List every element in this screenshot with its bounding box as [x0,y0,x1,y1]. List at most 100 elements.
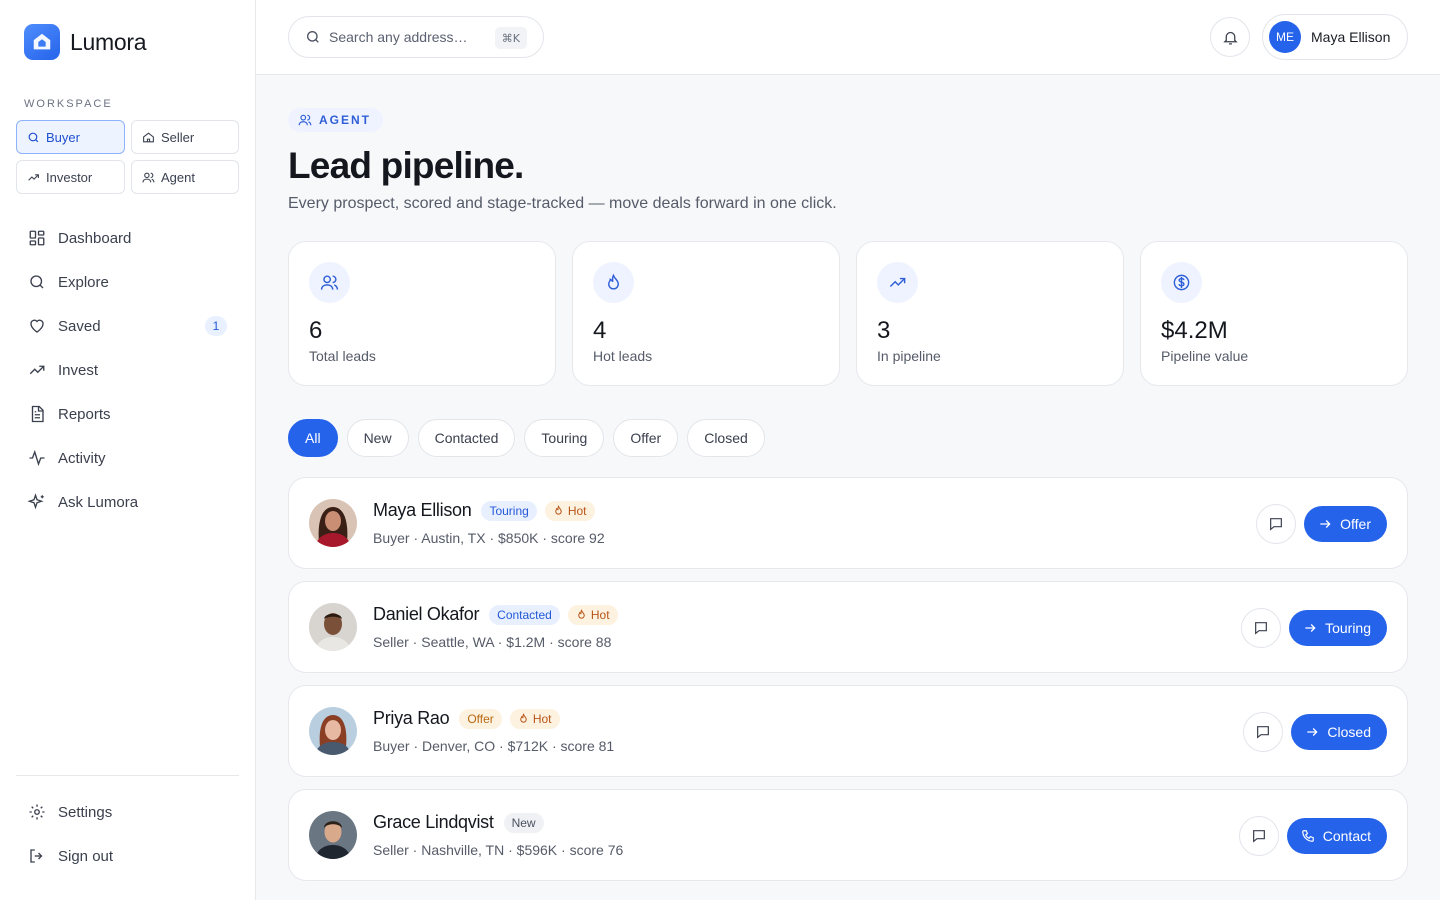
stage-filters: All New Contacted Touring Offer Closed [288,419,765,457]
lead-actions: Touring [1241,608,1387,648]
message-button[interactable] [1241,608,1282,648]
dollar-icon [1161,262,1202,303]
hot-label: Hot [590,607,610,622]
nav-label: Invest [58,361,99,379]
lead-list: Maya Ellison Touring Hot Buyer · Austin,… [288,477,1408,893]
nav-item-invest[interactable]: Invest [16,348,239,392]
action-label: Touring [1325,620,1371,636]
nav-item-explore[interactable]: Explore [16,260,239,304]
stats-row: 6 Total leads 4 Hot leads 3 In pipeline … [288,241,1408,386]
trending-up-icon [877,262,918,303]
nav-item-settings[interactable]: Settings [16,790,239,834]
nav-item-sign-out[interactable]: Sign out [16,834,239,878]
filter-closed[interactable]: Closed [687,419,765,457]
nav-label: Settings [58,803,113,821]
workspace-agent-button[interactable]: Agent [131,160,239,194]
flame-icon [593,262,634,303]
nav-item-activity[interactable]: Activity [16,436,239,480]
workspace-seller-button[interactable]: Seller [131,120,239,154]
stage-badge: Offer [459,708,502,729]
lead-name: Daniel Okafor [373,604,480,624]
chat-icon [1252,830,1265,843]
workspace-agent-label: Agent [161,169,195,185]
stat-card-total-leads: 6 Total leads [288,241,556,386]
lead-header: Daniel Okafor Contacted Hot [373,604,618,625]
advance-stage-button[interactable]: Offer [1304,506,1387,542]
advance-stage-button[interactable]: Closed [1291,714,1387,750]
users-icon [298,114,312,126]
lead-meta: Buyer · Denver, CO · $712K · score 81 [373,738,615,754]
workspace-buyer-button[interactable]: Buyer [16,120,125,154]
lead-name: Maya Ellison [373,500,472,520]
sidebar-divider [16,775,239,776]
contact-button[interactable]: Contact [1286,818,1387,854]
grid-icon [29,230,45,246]
avatar [309,811,357,859]
phone-icon [1301,830,1314,842]
lead-row[interactable]: Priya Rao Offer Hot Buyer · Denver, CO ·… [288,685,1408,777]
stat-value: 4 [593,317,607,344]
nav-item-reports[interactable]: Reports [16,392,239,436]
page-title: Lead pipeline. [288,145,524,186]
stat-value: 6 [309,317,323,344]
topbar: ⌘K ME Maya Ellison [256,0,1440,75]
workspace-buyer-label: Buyer [46,129,80,145]
nav-label: Sign out [58,847,114,865]
avatar [309,707,357,755]
message-button[interactable] [1256,504,1297,544]
message-button[interactable] [1238,816,1279,856]
lead-header: Grace Lindqvist New [373,812,544,833]
brand[interactable]: Lumora [24,24,146,60]
filter-touring[interactable]: Touring [524,419,605,457]
search-icon [28,132,39,142]
bottom-nav: Settings Sign out [16,790,239,878]
main-content: AGENT Lead pipeline. Every prospect, sco… [256,75,1440,900]
home-icon [143,131,154,142]
sign-out-icon [30,849,43,863]
stage-badge: New [503,812,544,833]
nav-label: Explore [58,273,109,291]
nav-label: Reports [58,405,111,423]
chat-icon [1255,622,1268,635]
nav-label: Saved [58,317,101,335]
stat-value: 3 [877,317,891,344]
stat-card-hot-leads: 4 Hot leads [572,241,840,386]
nav-item-saved[interactable]: Saved 1 [16,304,239,348]
stat-card-pipeline-value: $4.2M Pipeline value [1140,241,1408,386]
lead-row[interactable]: Grace Lindqvist New Seller · Nashville, … [288,789,1408,881]
message-button[interactable] [1243,712,1284,752]
search-input[interactable] [329,29,489,45]
user-avatar: ME [1269,21,1301,53]
lead-actions: Offer [1256,504,1387,544]
nav-label: Activity [58,449,106,467]
search-shortcut-hint: ⌘K [494,27,527,49]
flame-icon [578,609,585,619]
nav-item-ask-lumora[interactable]: Ask Lumora [16,480,239,524]
workspace-investor-label: Investor [46,169,93,185]
filter-contacted[interactable]: Contacted [417,419,516,457]
lead-actions: Closed [1243,712,1387,752]
search-box[interactable]: ⌘K [288,16,544,58]
stat-card-in-pipeline: 3 In pipeline [856,241,1124,386]
filter-new[interactable]: New [346,419,409,457]
nav-item-dashboard[interactable]: Dashboard [16,216,239,260]
advance-stage-button[interactable]: Touring [1289,610,1387,646]
flame-icon [520,713,527,723]
lead-row[interactable]: Maya Ellison Touring Hot Buyer · Austin,… [288,477,1408,569]
arrow-right-icon [1307,728,1318,736]
stage-badge: Touring [481,500,537,521]
flame-icon [555,505,562,515]
lead-row[interactable]: Daniel Okafor Contacted Hot Seller · Sea… [288,581,1408,673]
arrow-right-icon [1305,624,1316,632]
lead-header: Maya Ellison Touring Hot [373,500,595,521]
filter-all[interactable]: All [288,419,338,457]
lead-meta: Buyer · Austin, TX · $850K · score 92 [373,530,605,546]
workspace-investor-button[interactable]: Investor [16,160,125,194]
workspace-label: WORKSPACE [24,98,113,110]
filter-offer[interactable]: Offer [613,419,679,457]
workspace-seller-label: Seller [161,129,195,145]
users-icon [142,172,155,182]
user-menu[interactable]: ME Maya Ellison [1262,14,1408,60]
main-nav: Dashboard Explore Saved 1 Invest Reports… [16,216,239,524]
notifications-button[interactable] [1210,17,1250,57]
